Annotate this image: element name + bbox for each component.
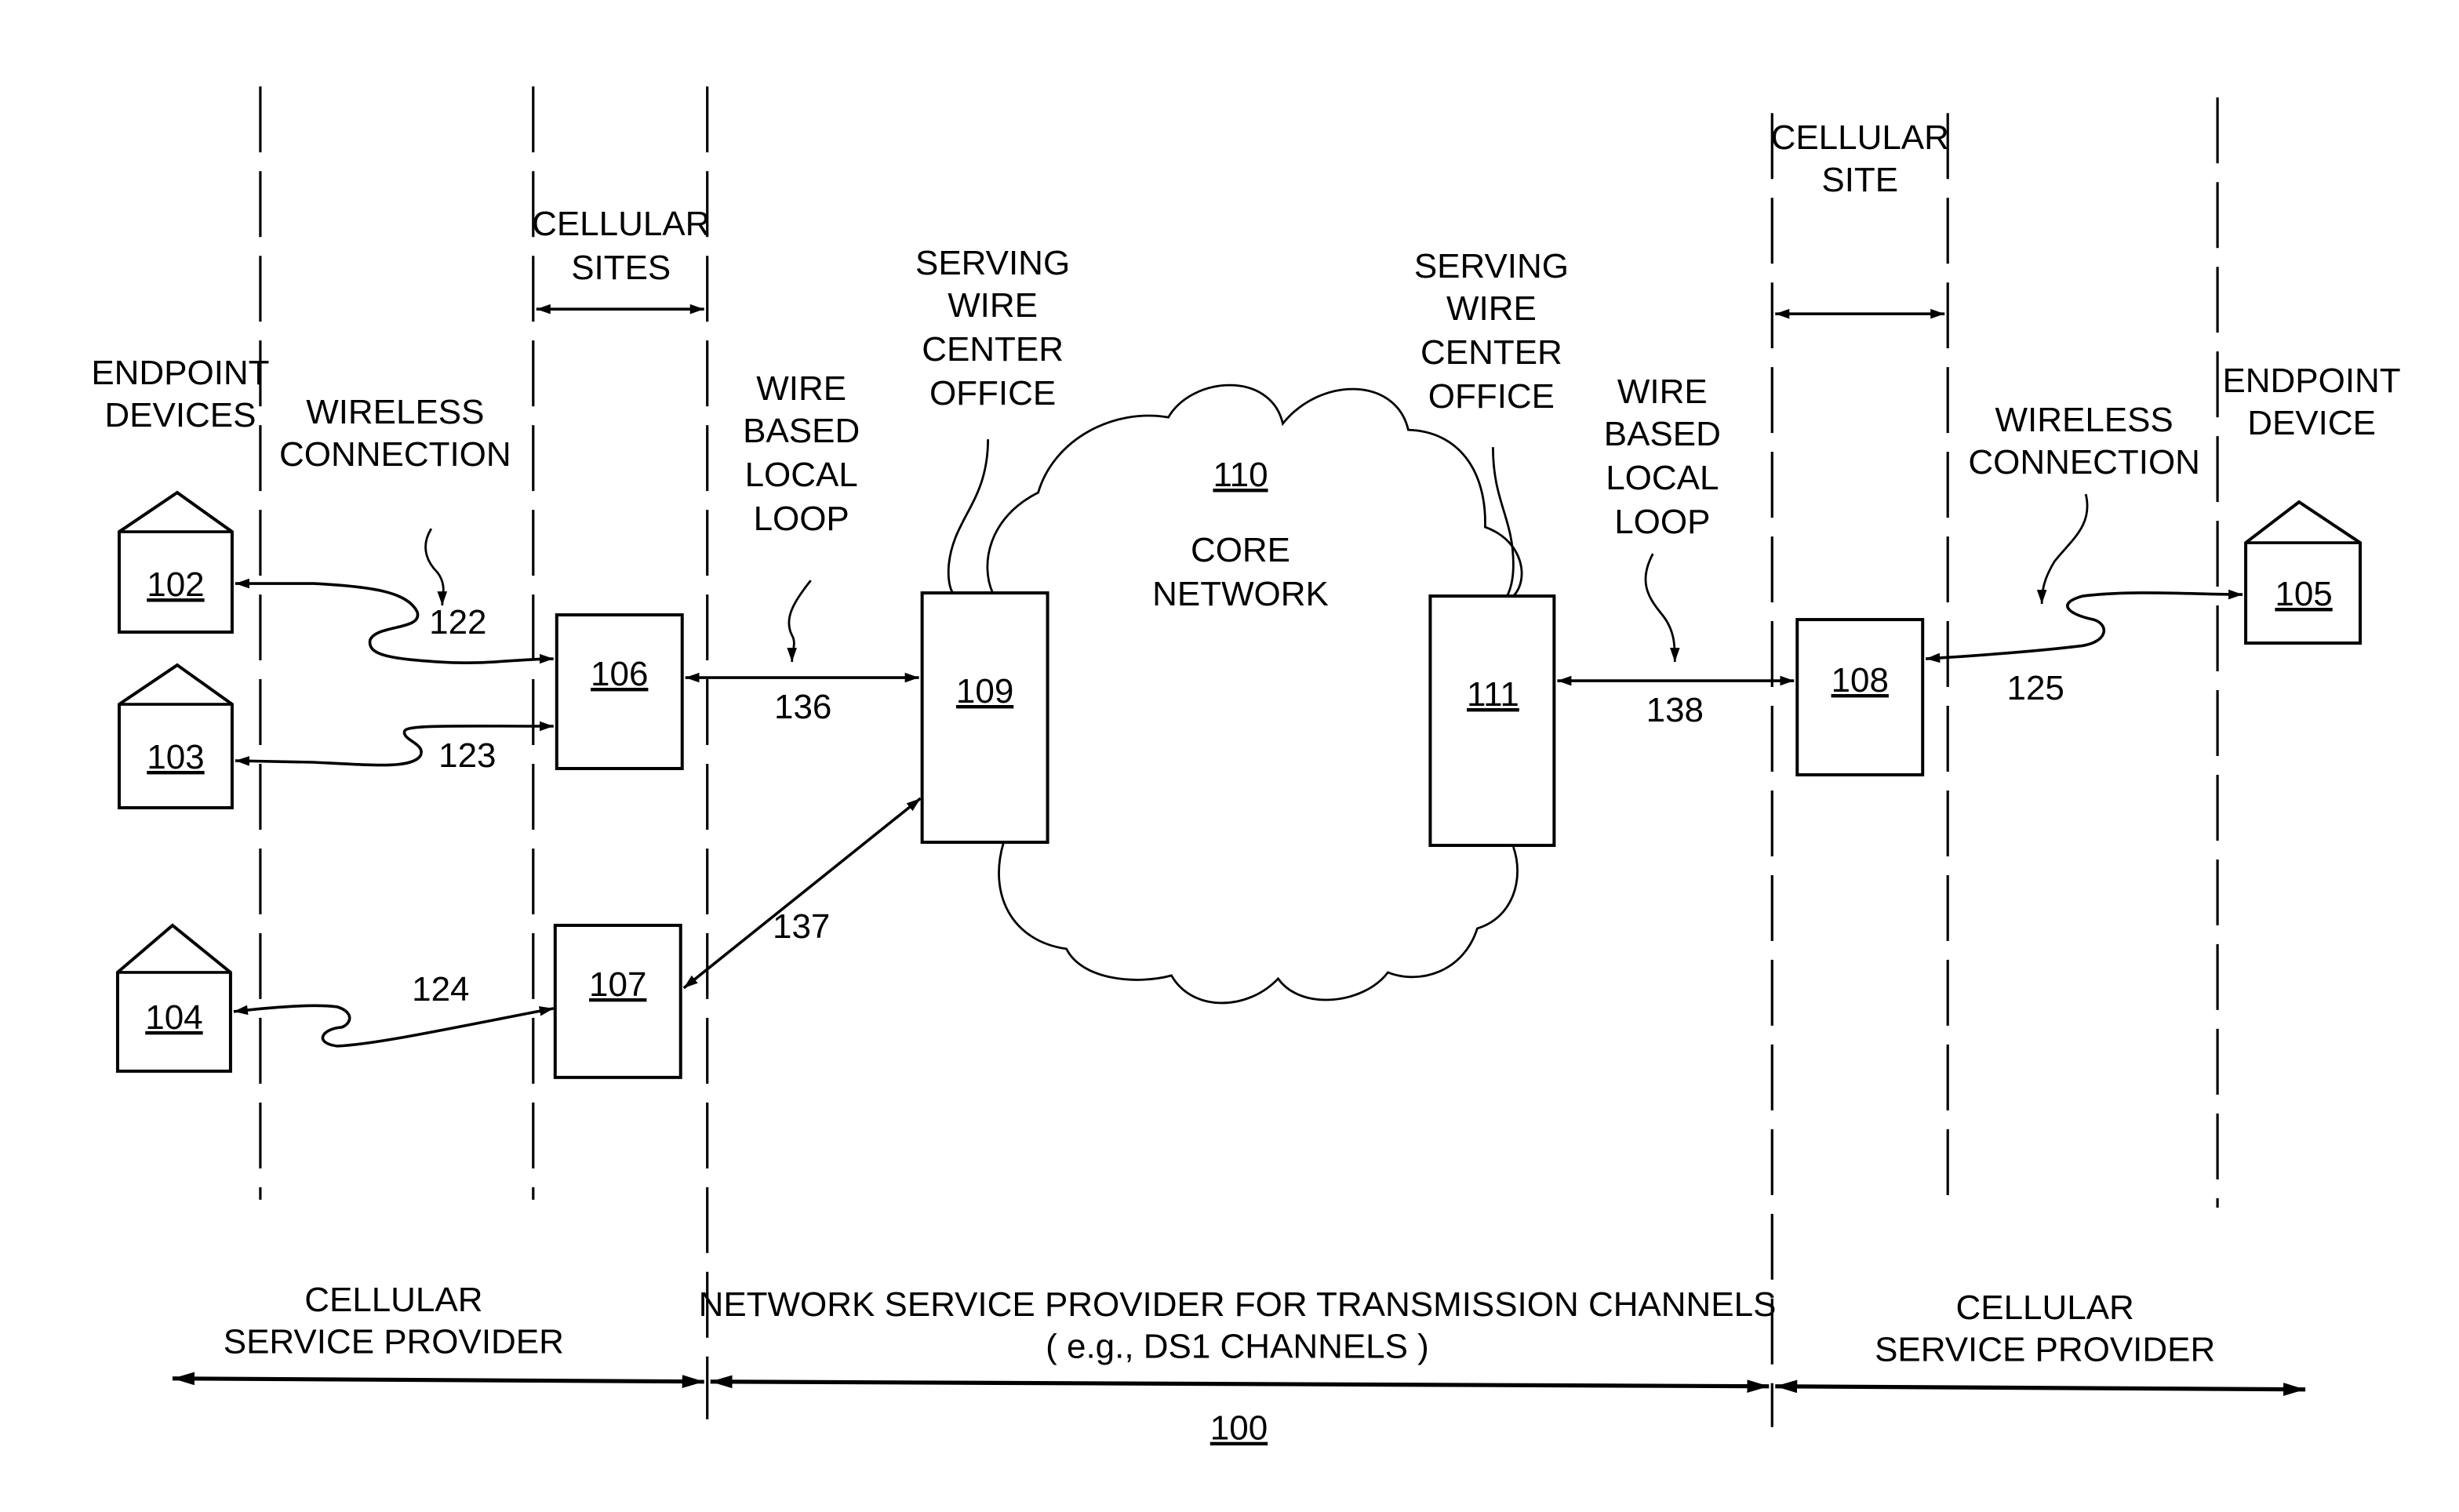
link-label-124: 124 <box>412 970 469 1009</box>
cellular-provider-span-right <box>1775 1379 2306 1396</box>
svg-text:DEVICES: DEVICES <box>104 396 256 434</box>
figure-ref-100: 100 <box>1210 1409 1268 1448</box>
link-label-122: 122 <box>429 603 486 642</box>
wire-based-local-loop-label-right: WIRE BASED LOCAL LOOP <box>1604 373 1721 541</box>
link-label-138: 138 <box>1646 691 1704 729</box>
svg-text:SERVICE PROVIDER: SERVICE PROVIDER <box>224 1323 564 1361</box>
svg-text:CENTER: CENTER <box>922 330 1064 369</box>
svg-text:LOOP: LOOP <box>754 500 849 538</box>
svg-text:LOCAL: LOCAL <box>1606 459 1719 497</box>
serving-wire-center-office-label-left: SERVING WIRE CENTER OFFICE <box>915 244 1070 413</box>
svg-text:WIRELESS: WIRELESS <box>1995 401 2173 439</box>
cell-site-106[interactable]: 106 <box>555 613 684 770</box>
endpoint-device-104[interactable]: 104 <box>115 923 232 1073</box>
svg-text:DEVICE: DEVICE <box>2247 404 2376 442</box>
wire-center-109[interactable]: 109 <box>920 591 1049 844</box>
svg-text:110: 110 <box>1213 456 1268 494</box>
svg-text:111: 111 <box>1467 675 1519 714</box>
bottom-middle-label: NETWORK SERVICE PROVIDER FOR TRANSMISSIO… <box>699 1285 1777 1366</box>
link-label-136: 136 <box>774 688 831 726</box>
svg-text:CELLULAR: CELLULAR <box>1771 118 1949 157</box>
link-label-125: 125 <box>2006 669 2064 707</box>
svg-text:BASED: BASED <box>743 412 860 450</box>
svg-text:SITE: SITE <box>1821 161 1898 199</box>
wireless-connection-label-left: WIRELESS CONNECTION <box>279 393 511 474</box>
svg-text:103: 103 <box>147 738 204 776</box>
svg-text:OFFICE: OFFICE <box>929 374 1056 413</box>
svg-text:CONNECTION: CONNECTION <box>1968 443 2200 482</box>
wireless-pointer-left <box>424 528 448 606</box>
cellular-site-label: CELLULAR SITE <box>1771 118 1949 199</box>
cellular-provider-span-left <box>172 1372 704 1388</box>
svg-text:CORE: CORE <box>1191 531 1290 569</box>
wireless-link-123 <box>235 721 554 767</box>
svg-text:109: 109 <box>956 672 1013 711</box>
endpoint-device-103[interactable]: 103 <box>117 663 234 809</box>
svg-text:102: 102 <box>147 565 204 604</box>
svg-text:ENDPOINT: ENDPOINT <box>2222 362 2400 400</box>
wire-center-111[interactable]: 111 <box>1428 594 1556 847</box>
svg-text:CELLULAR: CELLULAR <box>532 205 710 243</box>
svg-text:108: 108 <box>1832 661 1889 700</box>
svg-text:WIRE: WIRE <box>1617 373 1708 411</box>
wire-link-137 <box>682 797 922 990</box>
svg-text:LOCAL: LOCAL <box>745 456 858 494</box>
svg-text:SERVING: SERVING <box>915 244 1070 282</box>
wireless-link-122 <box>235 578 554 664</box>
network-provider-span <box>710 1375 1770 1394</box>
cell-site-108[interactable]: 108 <box>1795 618 1925 776</box>
svg-text:CELLULAR: CELLULAR <box>1956 1288 2134 1327</box>
leader-line <box>1491 447 1515 597</box>
svg-text:LOOP: LOOP <box>1614 503 1710 541</box>
serving-wire-center-office-label-right: SERVING WIRE CENTER OFFICE <box>1414 247 1569 416</box>
svg-text:CENTER: CENTER <box>1420 333 1562 372</box>
svg-text:CONNECTION: CONNECTION <box>279 435 511 474</box>
svg-text:WIRELESS: WIRELESS <box>306 393 484 431</box>
network-diagram: ENDPOINT DEVICES WIRELESS CONNECTION CEL… <box>91 86 2401 1448</box>
wire-based-local-loop-label-left: WIRE BASED LOCAL LOOP <box>743 369 860 538</box>
svg-text:SERVICE PROVIDER: SERVICE PROVIDER <box>1875 1331 2215 1369</box>
endpoint-device-label: ENDPOINT DEVICE <box>2222 362 2400 442</box>
bottom-left-label: CELLULAR SERVICE PROVIDER <box>224 1281 564 1361</box>
svg-text:104: 104 <box>145 998 202 1037</box>
svg-text:SERVING: SERVING <box>1414 247 1569 285</box>
svg-text:ENDPOINT: ENDPOINT <box>91 354 269 392</box>
wire-pointer-left <box>787 580 812 663</box>
cell-site-107[interactable]: 107 <box>553 923 682 1079</box>
svg-text:WIRE: WIRE <box>756 369 846 408</box>
svg-text:WIRE: WIRE <box>948 286 1038 325</box>
svg-text:107: 107 <box>589 965 646 1004</box>
svg-text:SITES: SITES <box>571 249 671 287</box>
wireless-link-124 <box>233 1004 555 1048</box>
endpoint-devices-label: ENDPOINT DEVICES <box>91 354 269 434</box>
link-label-137: 137 <box>773 907 830 946</box>
svg-text:CELLULAR: CELLULAR <box>304 1281 482 1319</box>
link-label-123: 123 <box>438 736 496 775</box>
wireless-pointer-right <box>2036 493 2089 605</box>
bottom-right-label: CELLULAR SERVICE PROVIDER <box>1875 1288 2215 1369</box>
wire-pointer-right <box>1644 553 1680 663</box>
svg-text:OFFICE: OFFICE <box>1428 377 1555 416</box>
cellular-sites-label: CELLULAR SITES <box>532 205 710 287</box>
wireless-connection-label-right: WIRELESS CONNECTION <box>1968 401 2200 482</box>
svg-text:WIRE: WIRE <box>1446 289 1537 328</box>
endpoint-device-105[interactable]: 105 <box>2244 500 2363 645</box>
svg-text:106: 106 <box>591 655 648 693</box>
svg-text:NETWORK SERVICE PROVIDER FOR T: NETWORK SERVICE PROVIDER FOR TRANSMISSIO… <box>699 1285 1777 1324</box>
core-network-label: 110 CORE NETWORK <box>1152 456 1329 613</box>
svg-text:NETWORK: NETWORK <box>1152 575 1329 613</box>
endpoint-device-102[interactable]: 102 <box>117 490 234 634</box>
leader-line <box>947 439 989 594</box>
svg-text:( e.g., DS1 CHANNELS ): ( e.g., DS1 CHANNELS ) <box>1046 1328 1429 1366</box>
wireless-link-125 <box>1926 589 2243 663</box>
svg-text:105: 105 <box>2275 575 2332 613</box>
svg-text:BASED: BASED <box>1604 415 1721 453</box>
